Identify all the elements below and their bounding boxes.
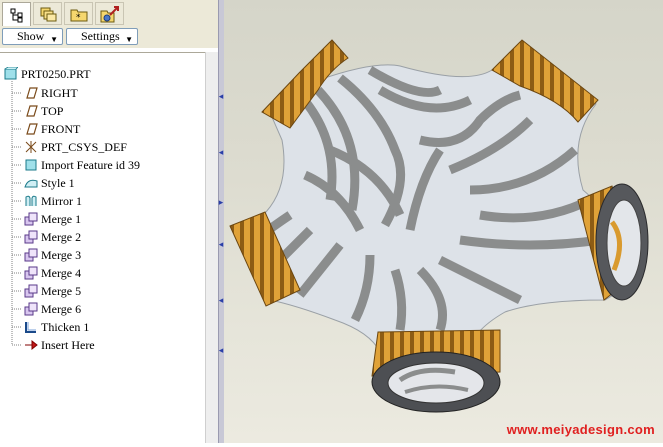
tree-item-label: RIGHT [41, 85, 78, 100]
merge-icon [24, 230, 38, 244]
tree-root-label: PRT0250.PRT [21, 66, 91, 81]
merge-icon [24, 302, 38, 316]
tree-item[interactable]: PRT_CSYS_DEF [24, 138, 127, 156]
tree-root-item[interactable]: PRT0250.PRT [4, 65, 91, 83]
tree-item-label: PRT_CSYS_DEF [41, 139, 127, 154]
merge-icon [24, 284, 38, 298]
model-tree-icon [10, 8, 22, 23]
tree-item-label: Merge 3 [41, 247, 82, 262]
tree-item[interactable]: FRONT [24, 120, 80, 138]
model-render[interactable] [224, 0, 663, 443]
tree-item[interactable]: Merge 4 [24, 264, 81, 282]
model-tree: PRT0250.PRT RIGHT TOP FRONT PRT_CSYS_DEF Imp… [0, 52, 205, 444]
tree-item[interactable]: Merge 5 [24, 282, 81, 300]
navigator-tab-bar: * [0, 0, 218, 27]
folder-browser-icon [40, 7, 56, 21]
part-icon [4, 67, 18, 80]
tab-connections[interactable] [95, 2, 124, 25]
tree-item-label: Merge 1 [41, 211, 82, 226]
tree-item-label: Style 1 [41, 175, 75, 190]
svg-text:*: * [76, 13, 81, 22]
tree-item[interactable]: RIGHT [24, 84, 78, 102]
tab-folder-browser[interactable] [33, 2, 62, 25]
tab-favorites[interactable]: * [64, 2, 93, 25]
insert-arrow-icon [25, 339, 38, 351]
settings-dropdown[interactable]: Settings ▼ [66, 28, 138, 45]
coordinate-system-icon [25, 141, 37, 153]
merge-icon [24, 266, 38, 280]
tree-item-label: FRONT [41, 121, 81, 136]
connections-icon [100, 5, 119, 22]
tree-item-label: Thicken 1 [41, 319, 90, 334]
tree-item-label: Import Feature id 39 [41, 157, 140, 172]
tree-item[interactable]: Merge 1 [24, 210, 81, 228]
tube-opening-bottom [371, 329, 501, 413]
merge-icon [24, 212, 38, 226]
navigator-panel: * Show ▼ Settings ▼ PRT0250.PRT RIGHT TO… [0, 0, 219, 444]
settings-label: Settings [81, 29, 120, 43]
datum-plane-icon [26, 105, 38, 117]
tree-item[interactable]: Merge 6 [24, 300, 81, 318]
tree-item[interactable]: Thicken 1 [24, 318, 89, 336]
tab-model-tree[interactable] [2, 2, 31, 27]
import-feature-icon [25, 159, 37, 171]
tree-item-label: Merge 5 [41, 283, 82, 298]
datum-plane-icon [26, 123, 38, 135]
tree-item[interactable]: Mirror 1 [24, 192, 82, 210]
tree-item-label: TOP [41, 103, 64, 118]
merge-icon [24, 248, 38, 262]
watermark-text: www.meiyadesign.com [506, 422, 655, 437]
style-icon [24, 179, 38, 188]
show-label: Show [17, 29, 45, 43]
tree-item[interactable]: TOP [24, 102, 63, 120]
tree-item[interactable]: Style 1 [24, 174, 75, 192]
chevron-down-icon: ▼ [125, 35, 133, 44]
graphics-window[interactable]: www.meiyadesign.com [224, 0, 663, 443]
tree-item[interactable]: Import Feature id 39 [24, 156, 140, 174]
tree-item[interactable]: Merge 3 [24, 246, 81, 264]
tree-item-label: Insert Here [41, 337, 95, 352]
tree-item-label: Merge 4 [41, 265, 82, 280]
tree-item[interactable]: Insert Here [24, 336, 95, 354]
chevron-down-icon: ▼ [50, 35, 58, 44]
datum-plane-icon [26, 87, 38, 99]
tree-item-label: Mirror 1 [41, 193, 82, 208]
favorites-icon: * [70, 9, 87, 22]
navigator-toolbar: Show ▼ Settings ▼ [0, 26, 218, 48]
tree-item[interactable]: Merge 2 [24, 228, 81, 246]
tree-item-label: Merge 6 [41, 301, 82, 316]
thicken-icon [25, 322, 36, 333]
show-dropdown[interactable]: Show ▼ [2, 28, 63, 45]
mirror-icon [25, 195, 37, 206]
tree-item-label: Merge 2 [41, 229, 82, 244]
